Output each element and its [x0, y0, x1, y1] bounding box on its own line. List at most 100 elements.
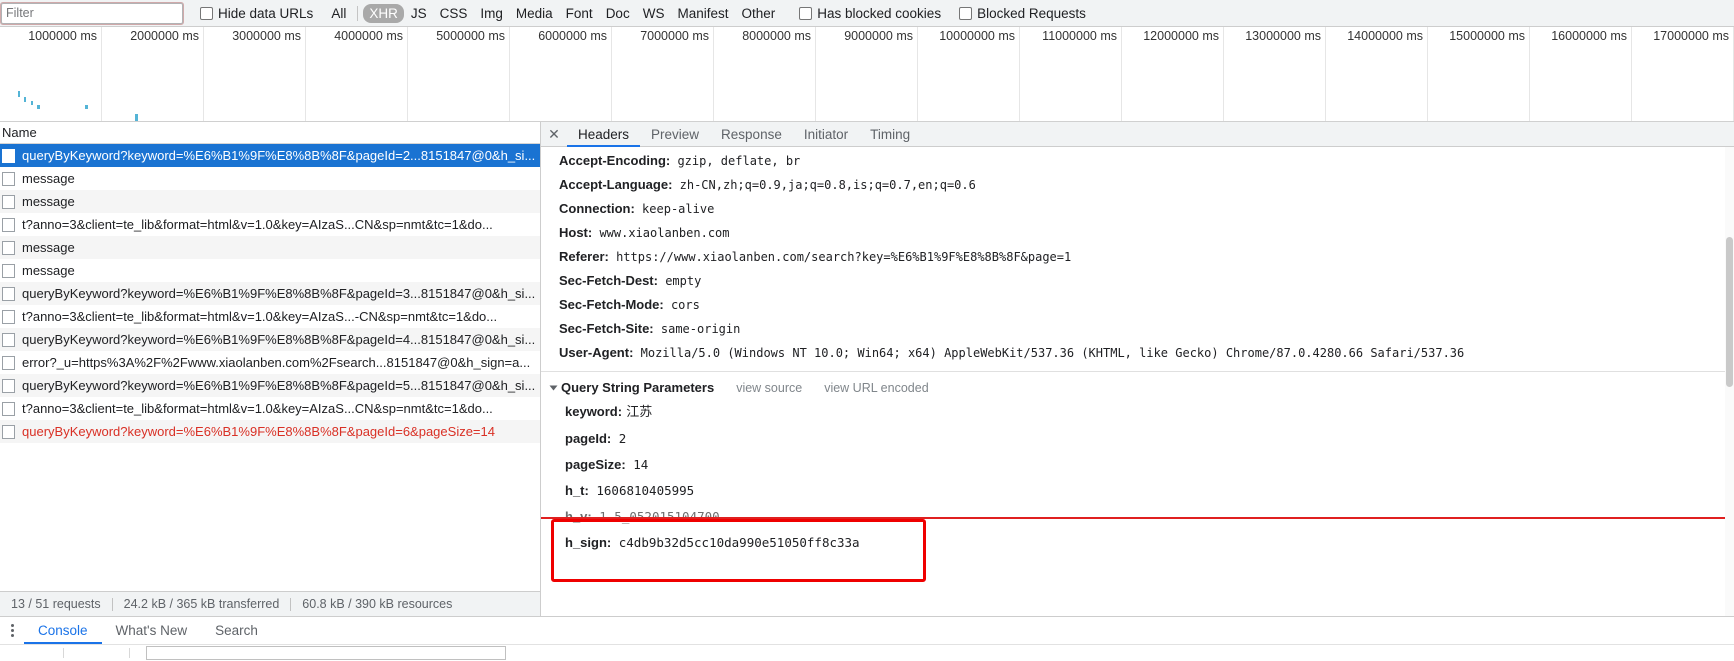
detail-scrollbar[interactable]: [1725, 147, 1734, 616]
request-row[interactable]: error?_u=https%3A%2F%2Fwww.xiaolanben.co…: [0, 351, 540, 374]
request-name: t?anno=3&client=te_lib&format=html&v=1.0…: [22, 217, 493, 232]
type-filter-manifest[interactable]: Manifest: [671, 4, 734, 23]
checkbox-icon[interactable]: [959, 6, 973, 20]
drawer-tab-what-s-new[interactable]: What's New: [102, 617, 202, 644]
type-filter-media[interactable]: Media: [510, 4, 559, 23]
close-icon[interactable]: ✕: [541, 127, 567, 141]
checkbox-icon[interactable]: [200, 6, 213, 20]
header-row: Sec-Fetch-Dest: empty: [541, 269, 1734, 293]
view-url-encoded-link[interactable]: view URL encoded: [824, 381, 928, 395]
header-value: cors: [663, 298, 700, 312]
request-name: message: [22, 240, 75, 255]
timeline-request-bar: [18, 91, 20, 97]
detail-tab-bar: ✕ Headers Preview Response Initiator Timing: [541, 122, 1734, 147]
header-row: Referer: https://www.xiaolanben.com/sear…: [541, 245, 1734, 269]
network-overview-timeline[interactable]: 1000000 ms 2000000 ms 3000000 ms 4000000 ms…: [0, 27, 1734, 122]
request-row[interactable]: queryByKeyword?keyword=%E6%B1%9F%E8%8B%8…: [0, 282, 540, 305]
detail-tab-response[interactable]: Response: [710, 122, 793, 147]
header-row: Host: www.xiaolanben.com: [541, 221, 1734, 245]
query-param-row: h_v: 1.5_052015104700: [541, 504, 1734, 530]
filter-input[interactable]: [0, 1, 184, 25]
header-value: keep-alive: [634, 202, 715, 216]
request-row[interactable]: message: [0, 236, 540, 259]
timeline-tick-label: 14000000 ms: [1347, 29, 1423, 43]
query-string-params: keyword: 江苏 pageId: 2 pageSize: 14 h_t: 160…: [541, 399, 1734, 556]
network-status-bar: 13 / 51 requests 24.2 kB / 365 kB transf…: [0, 591, 541, 616]
detail-tab-initiator[interactable]: Initiator: [793, 122, 859, 147]
header-name: Accept-Encoding:: [559, 153, 671, 168]
request-row[interactable]: queryByKeyword?keyword=%E6%B1%9F%E8%8B%8…: [0, 328, 540, 351]
headers-scroll-area[interactable]: Accept-Encoding: gzip, deflate, br Accept…: [541, 147, 1734, 616]
type-filter-img[interactable]: Img: [474, 4, 509, 23]
request-row[interactable]: t?anno=3&client=te_lib&format=html&v=1.0…: [0, 213, 540, 236]
timeline-tick-label: 5000000 ms: [436, 29, 505, 43]
timeline-tick-label: 6000000 ms: [538, 29, 607, 43]
header-value: empty: [657, 274, 702, 288]
blocked-requests-label: Blocked Requests: [977, 5, 1086, 21]
request-list-header[interactable]: Name: [0, 122, 540, 144]
has-blocked-cookies-label: Has blocked cookies: [817, 5, 942, 21]
timeline-request-bar: [37, 105, 40, 109]
header-row: Accept-Encoding: gzip, deflate, br: [541, 149, 1734, 173]
request-row[interactable]: queryByKeyword?keyword=%E6%B1%9F%E8%8B%8…: [0, 420, 540, 443]
timeline-request-bar: [85, 105, 88, 109]
request-type-icon: [2, 401, 15, 416]
timeline-tick: 2000000 ms: [102, 27, 204, 121]
type-filter-doc[interactable]: Doc: [600, 4, 636, 23]
request-row[interactable]: message: [0, 167, 540, 190]
checkbox-icon[interactable]: [799, 6, 813, 20]
query-param-row: h_t: 1606810405995: [541, 478, 1734, 504]
timeline-tick-label: 15000000 ms: [1449, 29, 1525, 43]
scrollbar-thumb[interactable]: [1726, 237, 1733, 387]
timeline-tick: 5000000 ms: [408, 27, 510, 121]
console-context-selector[interactable]: [6, 648, 64, 658]
detail-tabs: Headers Preview Response Initiator Timing: [567, 122, 921, 147]
hide-data-urls-checkbox[interactable]: Hide data URLs: [200, 6, 313, 21]
view-source-link[interactable]: view source: [736, 381, 802, 395]
request-row[interactable]: queryByKeyword?keyword=%E6%B1%9F%E8%8B%8…: [0, 374, 540, 397]
type-filter-other[interactable]: Other: [735, 4, 781, 23]
drawer-tabs: Console What's New Search: [24, 617, 272, 644]
hide-data-urls-label: Hide data URLs: [218, 5, 314, 21]
request-row[interactable]: queryByKeyword?keyword=%E6%B1%9F%E8%8B%8…: [0, 144, 540, 167]
detail-tab-headers[interactable]: Headers: [567, 122, 640, 147]
timeline-tick-label: 13000000 ms: [1245, 29, 1321, 43]
type-filter-xhr[interactable]: XHR: [363, 3, 404, 23]
timeline-tick-label: 7000000 ms: [640, 29, 709, 43]
kebab-menu-icon[interactable]: [0, 624, 24, 637]
detail-tab-timing[interactable]: Timing: [859, 122, 921, 147]
type-filter-ws[interactable]: WS: [637, 4, 671, 23]
status-requests: 13 / 51 requests: [11, 597, 101, 611]
request-row[interactable]: t?anno=3&client=te_lib&format=html&v=1.0…: [0, 397, 540, 420]
timeline-tick-label: 9000000 ms: [844, 29, 913, 43]
console-filter-level[interactable]: [72, 648, 130, 658]
request-type-icon: [2, 263, 15, 278]
has-blocked-cookies-checkbox[interactable]: Has blocked cookies: [799, 6, 941, 21]
drawer-tab-search[interactable]: Search: [201, 617, 272, 644]
blocked-requests-checkbox[interactable]: Blocked Requests: [959, 6, 1086, 21]
request-row[interactable]: message: [0, 259, 540, 282]
timeline-tick-label: 16000000 ms: [1551, 29, 1627, 43]
timeline-tick: 16000000 ms: [1530, 27, 1632, 121]
query-param-value: 1.5_052015104700: [591, 509, 720, 524]
timeline-tick: 9000000 ms: [816, 27, 918, 121]
request-row[interactable]: t?anno=3&client=te_lib&format=html&v=1.0…: [0, 305, 540, 328]
query-param-value: 江苏: [622, 405, 653, 420]
chevron-down-icon[interactable]: [549, 385, 558, 390]
header-name: User-Agent:: [559, 345, 634, 360]
header-value: https://www.xiaolanben.com/search?key=%E…: [608, 250, 1072, 264]
drawer-tab-console[interactable]: Console: [24, 617, 102, 644]
timeline-tick: 3000000 ms: [204, 27, 306, 121]
request-row[interactable]: message: [0, 190, 540, 213]
request-type-icon: [2, 424, 15, 439]
type-filter-js[interactable]: JS: [405, 4, 433, 23]
type-filter-all[interactable]: All: [325, 4, 352, 23]
request-name: queryByKeyword?keyword=%E6%B1%9F%E8%8B%8…: [22, 148, 536, 163]
console-filter-input[interactable]: [146, 646, 506, 660]
type-filter-font[interactable]: Font: [560, 4, 599, 23]
request-name: error?_u=https%3A%2F%2Fwww.xiaolanben.co…: [22, 355, 531, 370]
query-string-parameters-header[interactable]: Query String Parameters view source view…: [541, 372, 1734, 399]
request-type-icon: [2, 378, 15, 393]
type-filter-css[interactable]: CSS: [434, 4, 474, 23]
detail-tab-preview[interactable]: Preview: [640, 122, 710, 147]
